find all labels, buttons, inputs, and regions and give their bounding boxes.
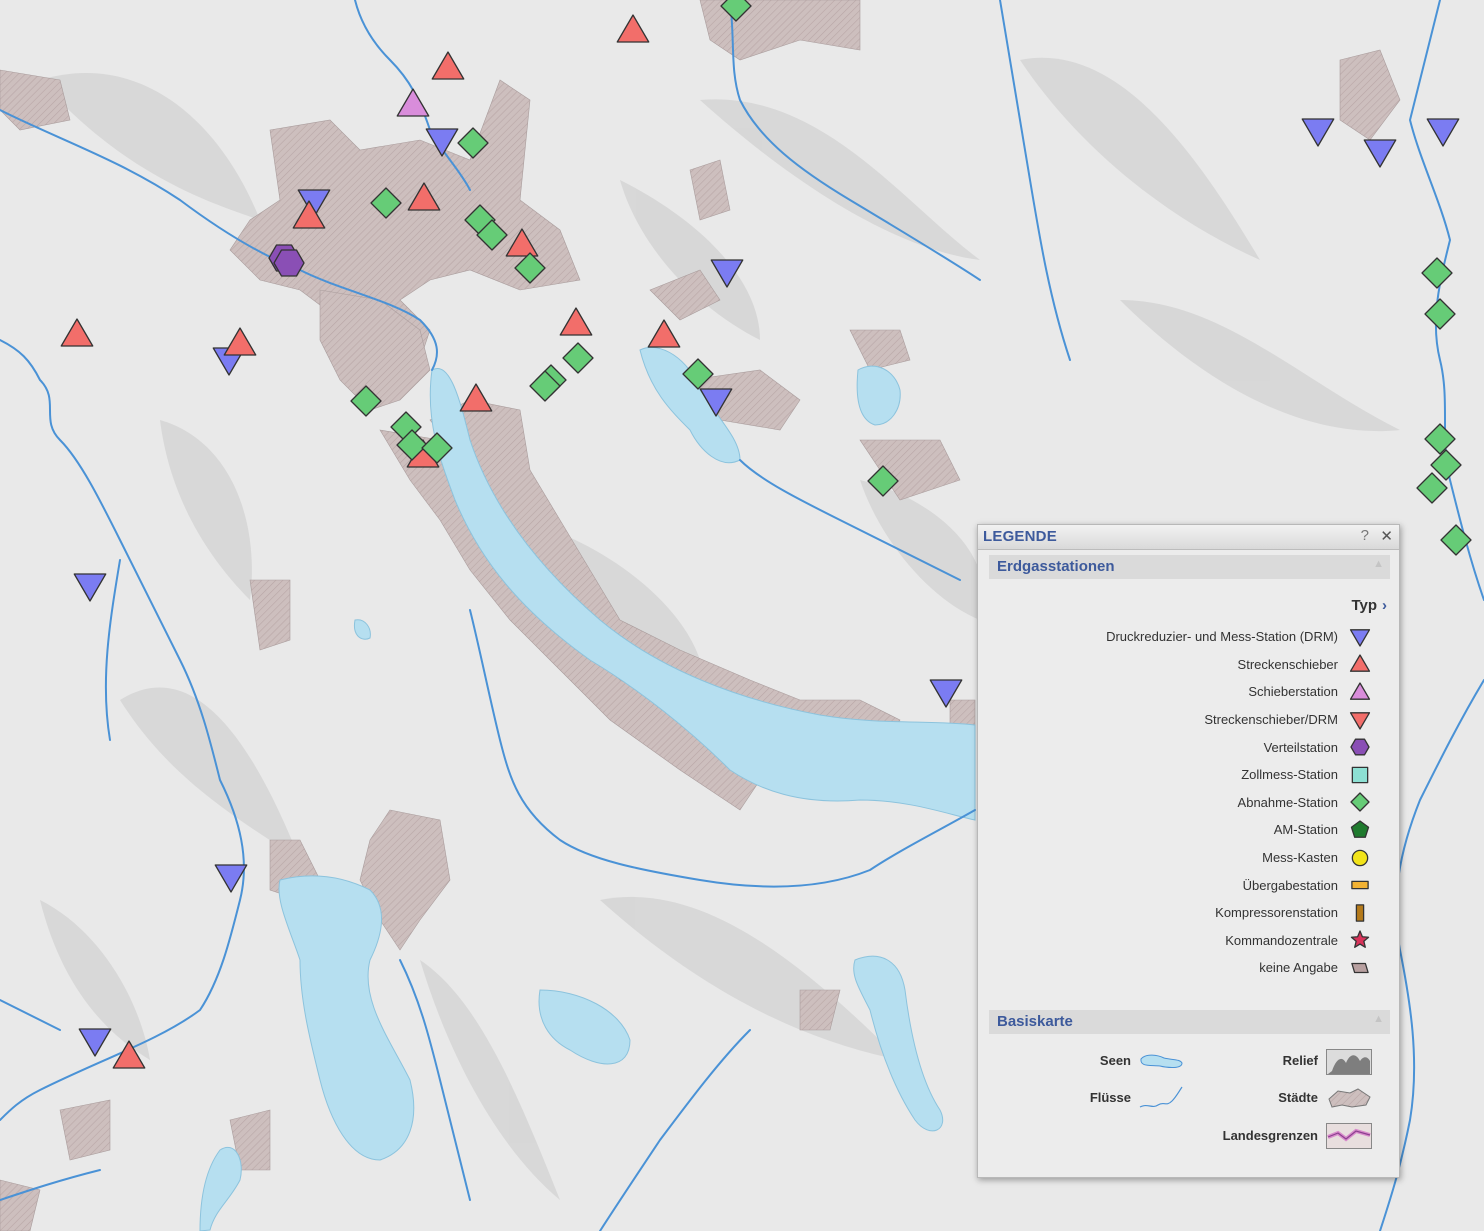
- legend-item-label: Streckenschieber: [1237, 656, 1338, 672]
- chevron-right-icon[interactable]: ›: [1382, 597, 1387, 614]
- legend-item-label: AM-Station: [1273, 822, 1338, 838]
- relief-symbol-icon: [1326, 1049, 1372, 1075]
- legend-item[interactable]: Streckenschieber: [1106, 651, 1372, 679]
- pentagon-icon: [1350, 820, 1370, 838]
- circle-icon: [1351, 849, 1369, 866]
- city-symbol-icon: [1328, 1088, 1371, 1108]
- collapse-arrow-icon[interactable]: ▲: [1373, 558, 1384, 570]
- base-seen-label: Seen: [1099, 1053, 1131, 1068]
- legend-panel[interactable]: LEGENDE ? ✕ Erdgasstationen ▲ Typ › Druck…: [977, 524, 1400, 1178]
- legend-item[interactable]: AM-Station: [1106, 816, 1372, 844]
- diamond-icon: [1350, 792, 1370, 813]
- triangle-up-icon: [1349, 682, 1371, 700]
- legend-header: LEGENDE ? ✕: [978, 525, 1399, 550]
- section-erdgasstationen[interactable]: Erdgasstationen ▲: [989, 555, 1390, 579]
- legend-item-label: Zollmess-Station: [1241, 767, 1338, 783]
- legend-item-label: Kompressorenstation: [1215, 905, 1338, 921]
- legend-item-label: Abnahme-Station: [1237, 794, 1338, 810]
- legend-item[interactable]: Streckenschieber/DRM: [1106, 706, 1372, 734]
- legend-item-label: Mess-Kasten: [1262, 850, 1338, 866]
- base-staedte-label: Städte: [1278, 1090, 1318, 1105]
- question-icon[interactable]: ?: [1361, 527, 1369, 544]
- base-grenzen-label: Landesgrenzen: [1222, 1128, 1318, 1143]
- legend-item[interactable]: Druckreduzier- und Mess-Station (DRM): [1106, 623, 1372, 651]
- legend-item[interactable]: Übergabestation: [1106, 871, 1372, 899]
- legend-item-label: Streckenschieber/DRM: [1204, 712, 1338, 728]
- rect-wide-icon: [1351, 880, 1369, 890]
- legend-item[interactable]: keine Angabe: [1106, 954, 1372, 982]
- legend-item[interactable]: Kommandozentrale: [1106, 927, 1372, 955]
- station-hexagon-marker[interactable]: [273, 249, 305, 277]
- legend-item-label: Kommandozentrale: [1225, 932, 1338, 948]
- base-fluesse-label: Flüsse: [1089, 1090, 1131, 1105]
- section-title: Erdgasstationen: [997, 558, 1115, 575]
- base-relief-label: Relief: [1282, 1053, 1318, 1068]
- legend-title: LEGENDE: [983, 528, 1057, 545]
- parallelogram-icon: [1351, 962, 1369, 974]
- legend-item[interactable]: Zollmess-Station: [1106, 761, 1372, 789]
- legend-item-label: keine Angabe: [1259, 960, 1338, 976]
- rect-tall-icon: [1355, 903, 1365, 922]
- square-icon: [1351, 766, 1369, 784]
- legend-item[interactable]: Kompressorenstation: [1106, 899, 1372, 927]
- type-header[interactable]: Typ ›: [1351, 597, 1387, 614]
- legend-item[interactable]: Mess-Kasten: [1106, 844, 1372, 872]
- legend-item-label: Druckreduzier- und Mess-Station (DRM): [1106, 629, 1338, 645]
- legend-item-label: Verteilstation: [1263, 739, 1338, 755]
- triangle-down-icon: [1349, 711, 1371, 730]
- lake-symbol-icon: [1140, 1054, 1183, 1069]
- legend-item-label: Übergabestation: [1242, 877, 1338, 893]
- type-header-label: Typ: [1351, 597, 1377, 614]
- close-icon[interactable]: ✕: [1380, 527, 1393, 545]
- legend-item[interactable]: Abnahme-Station: [1106, 789, 1372, 817]
- legend-items: Druckreduzier- und Mess-Station (DRM) Str…: [1106, 623, 1372, 982]
- border-symbol-icon: [1326, 1123, 1372, 1149]
- triangle-up-icon: [1349, 654, 1371, 673]
- triangle-down-icon: [1349, 628, 1371, 647]
- legend-item-label: Schieberstation: [1248, 684, 1338, 700]
- legend-item[interactable]: Verteilstation: [1106, 733, 1372, 761]
- star-icon: [1350, 930, 1370, 949]
- hexagon-icon: [1350, 738, 1370, 756]
- section-basiskarte[interactable]: Basiskarte ▲: [989, 1010, 1390, 1034]
- collapse-arrow-icon[interactable]: ▲: [1373, 1013, 1384, 1025]
- section-title: Basiskarte: [997, 1013, 1073, 1030]
- river-symbol-icon: [1139, 1086, 1183, 1108]
- legend-item[interactable]: Schieberstation: [1106, 678, 1372, 706]
